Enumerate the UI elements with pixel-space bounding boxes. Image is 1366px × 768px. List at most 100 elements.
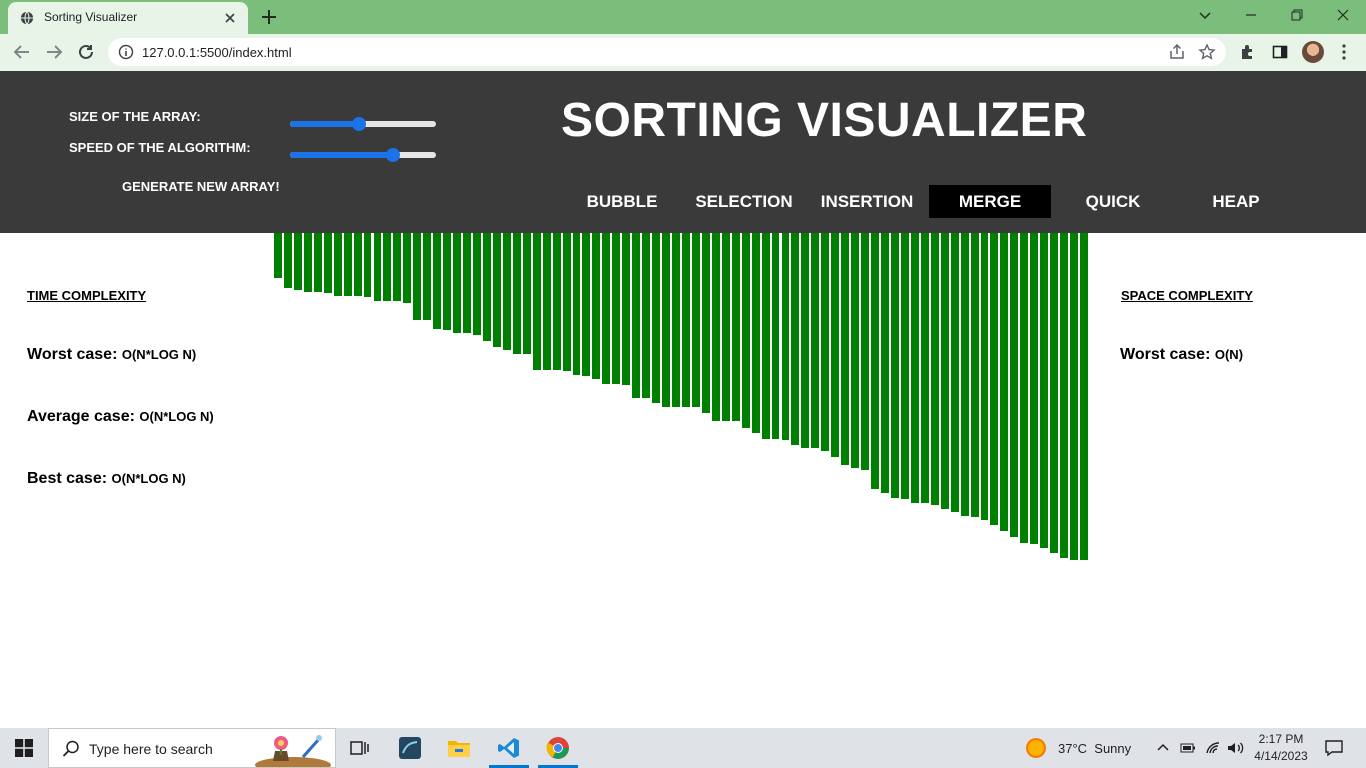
- array-bar: [990, 233, 999, 525]
- file-explorer-icon[interactable]: [437, 728, 481, 768]
- windows-start-icon[interactable]: [0, 728, 48, 768]
- array-bar: [811, 233, 820, 448]
- side-panel-icon[interactable]: [1270, 42, 1290, 62]
- weather-text: 37°C Sunny: [1058, 740, 1132, 756]
- chrome-icon[interactable]: [536, 728, 580, 768]
- array-bar: [821, 233, 830, 451]
- browser-toolbar: 127.0.0.1:5500/index.html: [0, 34, 1366, 71]
- task-view-icon[interactable]: [338, 728, 382, 768]
- array-bar: [303, 233, 312, 292]
- slider-thumb[interactable]: [386, 148, 401, 162]
- array-bar: [473, 233, 481, 335]
- array-bar: [433, 233, 442, 329]
- worst-case-label: Worst case:: [27, 346, 118, 363]
- new-tab-icon[interactable]: [258, 6, 280, 28]
- worst-case-space: Worst case: O(N): [1120, 346, 1243, 364]
- address-bar[interactable]: 127.0.0.1:5500/index.html: [108, 38, 1226, 66]
- array-bar: [512, 233, 521, 354]
- algo-merge-button[interactable]: MERGE: [929, 185, 1051, 218]
- array-bar: [582, 233, 591, 376]
- slider-fill: [290, 152, 394, 158]
- notifications-icon[interactable]: [1312, 728, 1356, 768]
- volume-icon[interactable]: [1227, 741, 1245, 755]
- array-bar: [831, 233, 840, 457]
- share-icon[interactable]: [1168, 43, 1186, 61]
- minimize-icon[interactable]: [1228, 0, 1274, 30]
- speed-label: SPEED OF THE ALGORITHM:: [69, 140, 251, 155]
- reload-icon[interactable]: [74, 40, 98, 64]
- array-bar: [970, 233, 979, 517]
- restore-icon[interactable]: [1274, 0, 1320, 30]
- forward-icon[interactable]: [42, 40, 66, 64]
- array-bar: [632, 233, 641, 398]
- array-bar: [1010, 233, 1019, 537]
- speed-slider[interactable]: [290, 148, 436, 162]
- vscode-icon[interactable]: [487, 728, 531, 768]
- taskbar-search-box[interactable]: Type here to search: [48, 728, 336, 768]
- slider-thumb[interactable]: [352, 117, 367, 131]
- array-bars-container: [274, 233, 1090, 563]
- battery-icon[interactable]: [1180, 742, 1196, 754]
- array-bar: [572, 233, 581, 375]
- array-bar: [910, 233, 919, 503]
- mysql-workbench-icon[interactable]: [388, 728, 432, 768]
- array-bar: [741, 233, 750, 428]
- array-bar: [502, 233, 511, 350]
- generate-array-button[interactable]: GENERATE NEW ARRAY!: [122, 179, 280, 194]
- window-close-icon[interactable]: [1320, 0, 1366, 30]
- array-bar: [1030, 233, 1039, 544]
- windows-taskbar: Type here to search 37°C Sunny 2:17 PM 4…: [0, 728, 1366, 768]
- wifi-icon[interactable]: [1205, 741, 1221, 755]
- browser-tab[interactable]: Sorting Visualizer: [8, 2, 248, 34]
- algo-heap-button[interactable]: HEAP: [1175, 185, 1297, 218]
- array-bar: [443, 233, 452, 330]
- globe-icon: [20, 11, 34, 25]
- profile-avatar[interactable]: [1302, 41, 1324, 63]
- array-size-label: SIZE OF THE ARRAY:: [69, 109, 201, 124]
- array-bar: [721, 233, 730, 421]
- info-icon[interactable]: [118, 44, 134, 60]
- average-case-value: O(N*LOG N): [139, 409, 214, 424]
- more-menu-icon[interactable]: [1334, 42, 1354, 62]
- array-bar: [1060, 233, 1069, 558]
- array-bar: [851, 233, 860, 468]
- array-bar: [622, 233, 631, 385]
- average-case-time: Average case: O(N*LOG N): [27, 408, 214, 426]
- array-bar: [333, 233, 342, 296]
- array-bar: [313, 233, 322, 292]
- array-bar: [731, 233, 740, 421]
- array-bar: [900, 233, 909, 499]
- algo-selection-button[interactable]: SELECTION: [683, 185, 805, 218]
- array-bar: [642, 233, 651, 398]
- algo-bubble-button[interactable]: BUBBLE: [561, 185, 683, 218]
- sun-icon: [1026, 738, 1046, 758]
- algo-insertion-button[interactable]: INSERTION: [806, 185, 928, 218]
- array-bar: [761, 233, 770, 439]
- array-bar: [652, 233, 661, 403]
- array-bar: [1050, 233, 1059, 553]
- extensions-icon[interactable]: [1238, 42, 1258, 62]
- array-size-slider[interactable]: [290, 117, 436, 131]
- array-bar: [771, 233, 780, 439]
- search-icon: [62, 740, 79, 757]
- taskbar-clock[interactable]: 2:17 PM 4/14/2023: [1252, 731, 1310, 765]
- array-bar: [562, 233, 571, 371]
- array-bar: [393, 233, 402, 301]
- back-icon[interactable]: [10, 40, 34, 64]
- tab-search-icon[interactable]: [1182, 0, 1228, 30]
- weather-widget[interactable]: 37°C Sunny: [1026, 728, 1131, 768]
- array-bar: [592, 233, 601, 379]
- chevron-up-icon[interactable]: [1156, 741, 1170, 755]
- array-bar: [343, 233, 352, 296]
- average-case-label: Average case:: [27, 408, 135, 425]
- page-title: SORTING VISUALIZER: [561, 94, 1088, 147]
- array-bar: [1040, 233, 1049, 548]
- bookmark-star-icon[interactable]: [1198, 43, 1216, 61]
- algo-quick-button[interactable]: QUICK: [1052, 185, 1174, 218]
- array-bar: [453, 233, 462, 333]
- array-bar: [682, 233, 690, 407]
- array-bar: [672, 233, 680, 407]
- close-icon[interactable]: [220, 8, 240, 28]
- array-bar: [841, 233, 850, 465]
- space-worst-case-label: Worst case:: [1120, 346, 1211, 363]
